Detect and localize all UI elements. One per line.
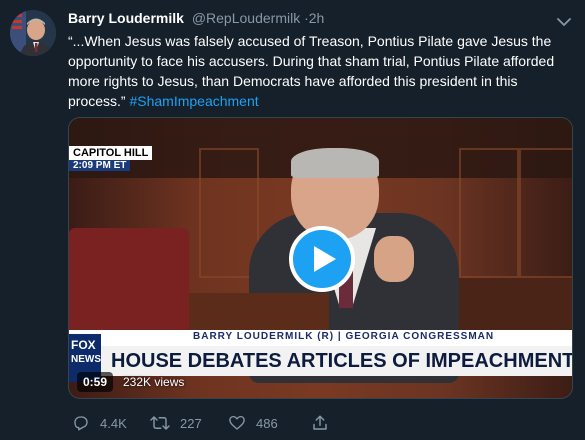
play-button[interactable]: [289, 226, 355, 292]
author-name[interactable]: Barry Loudermilk: [68, 10, 184, 26]
like-button[interactable]: 486: [228, 412, 278, 434]
hashtag-link[interactable]: #ShamImpeachment: [129, 93, 258, 109]
tweet-text: “...When Jesus was falsely accused of Tr…: [68, 31, 563, 111]
video-duration: 0:59: [77, 372, 114, 392]
tweet[interactable]: Barry Loudermilk @RepLoudermilk ·2h “...…: [0, 0, 585, 440]
speaker-hand: [374, 236, 414, 282]
retweet-button[interactable]: 227: [150, 412, 202, 434]
reply-icon: [74, 416, 88, 431]
network-logo-line2: NEWS: [71, 354, 101, 365]
retweet-icon: [150, 416, 170, 430]
lower-third-subtitle: BARRY LOUDERMILK (R) | GEORGIA CONGRESSM…: [69, 330, 572, 346]
reply-button[interactable]: 4.4K: [72, 412, 127, 434]
location-tag-title: CAPITOL HILL: [73, 147, 149, 159]
tweet-header: Barry Loudermilk @RepLoudermilk ·2h: [68, 9, 324, 27]
headline-text: HOUSE DEBATES ARTICLES OF IMPEACHMENT: [111, 350, 573, 372]
reply-count: 4.4K: [100, 415, 127, 431]
view-count: 232K views: [123, 375, 185, 389]
share-button[interactable]: [311, 412, 329, 434]
chevron-down-icon[interactable]: [557, 14, 571, 26]
location-tag-time: 2:09 PM ET: [69, 160, 131, 171]
tweet-actions: 4.4K 227 486: [68, 412, 548, 434]
wall-panel: [459, 148, 519, 278]
tweet-timestamp[interactable]: 2h: [309, 10, 325, 26]
author-handle[interactable]: @RepLoudermilk: [192, 10, 300, 26]
play-icon: [314, 246, 336, 272]
lower-third-subtitle-text: BARRY LOUDERMILK (R) | GEORGIA CONGRESSM…: [193, 331, 495, 342]
network-logo-line1: FOX: [71, 338, 96, 352]
retweet-count: 227: [180, 415, 202, 431]
avatar-image: [10, 10, 56, 56]
avatar[interactable]: [10, 10, 56, 56]
location-tag: CAPITOL HILL 2:09 PM ET: [69, 146, 153, 171]
wall-panel: [519, 148, 572, 278]
speaker-hair: [291, 148, 379, 178]
video-player[interactable]: CAPITOL HILL 2:09 PM ET BARRY LOUDERMILK…: [68, 117, 573, 399]
share-icon: [313, 415, 327, 430]
like-count: 486: [256, 415, 278, 431]
heart-icon: [229, 415, 245, 430]
